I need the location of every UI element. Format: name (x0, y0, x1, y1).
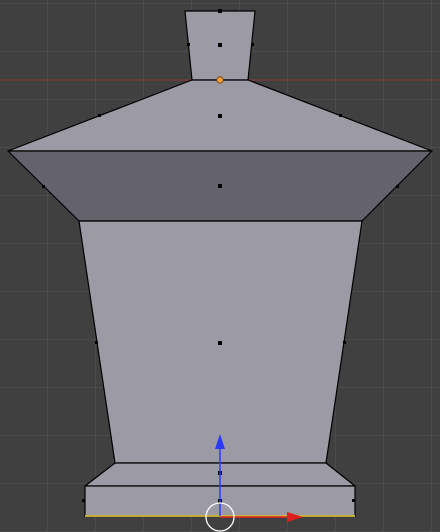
face-dot (396, 185, 399, 188)
face-dot (187, 43, 190, 46)
viewport-canvas[interactable] (0, 0, 440, 532)
face-dot (82, 499, 85, 502)
face-dot (218, 184, 222, 188)
face-dot (218, 43, 222, 47)
face-dot (343, 341, 346, 344)
face-dot (218, 9, 222, 13)
3d-viewport[interactable] (0, 0, 440, 532)
face-dot (218, 114, 222, 118)
face-dot (218, 341, 222, 345)
face-dot (352, 499, 355, 502)
face-dot (339, 114, 342, 117)
face-dot (95, 341, 98, 344)
face-dot (251, 43, 254, 46)
face-dot (98, 114, 101, 117)
face-dot (42, 185, 45, 188)
selected-vertex[interactable] (216, 76, 224, 84)
